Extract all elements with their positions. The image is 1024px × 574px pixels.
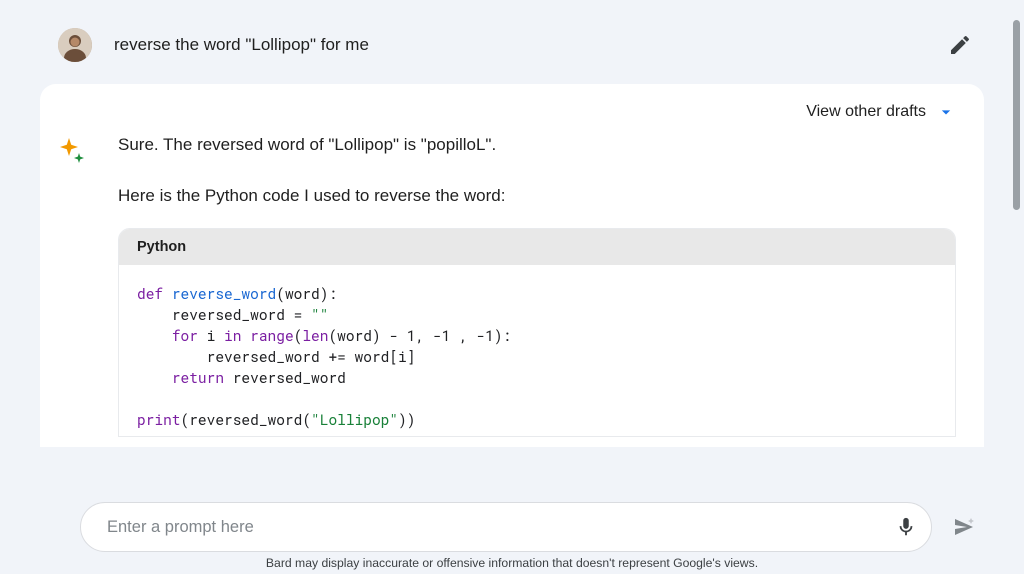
- code-token: return: [172, 368, 224, 387]
- response-line-2: Here is the Python code I used to revers…: [118, 185, 956, 208]
- view-drafts-label: View other drafts: [806, 103, 926, 121]
- disclaimer-text: Bard may display inaccurate or offensive…: [0, 556, 1024, 570]
- code-token: in: [224, 326, 241, 345]
- view-drafts-toggle[interactable]: View other drafts: [40, 84, 984, 126]
- code-token: -1: [433, 326, 450, 345]
- scrollbar-thumb[interactable]: [1013, 20, 1020, 210]
- pencil-icon: [948, 33, 972, 57]
- code-token: "": [311, 305, 328, 324]
- user-message-row: reverse the word "Lollipop" for me: [0, 0, 1024, 72]
- prompt-box[interactable]: [80, 502, 932, 552]
- code-token: len: [302, 326, 328, 345]
- code-token: print: [137, 410, 181, 429]
- code-token: reverse_word: [172, 284, 276, 303]
- code-token: reversed_word: [233, 368, 346, 387]
- bard-sparkle-icon: [58, 136, 86, 164]
- assistant-body: Sure. The reversed word of "Lollipop" is…: [118, 134, 956, 437]
- response-card: View other drafts Sure. The reversed wor…: [40, 84, 984, 447]
- send-button[interactable]: [952, 515, 976, 539]
- microphone-icon[interactable]: [895, 516, 917, 538]
- code-body: def reverse_word(word): reversed_word = …: [119, 265, 955, 436]
- code-token: reversed_word += word[i]: [207, 347, 416, 366]
- code-token: 1: [407, 326, 416, 345]
- assistant-message-row: Sure. The reversed word of "Lollipop" is…: [40, 126, 984, 437]
- code-block: Python def reverse_word(word): reversed_…: [118, 228, 956, 437]
- code-token: def: [137, 284, 163, 303]
- user-prompt-text: reverse the word "Lollipop" for me: [114, 35, 369, 55]
- chat-page: reverse the word "Lollipop" for me View …: [0, 0, 1024, 574]
- code-token: word: [285, 284, 320, 303]
- code-token: range: [250, 326, 294, 345]
- code-token: i: [207, 326, 216, 345]
- code-token: reversed_word: [172, 305, 285, 324]
- code-token: for: [172, 326, 198, 345]
- code-token: -1: [476, 326, 493, 345]
- chevron-down-icon: [936, 102, 956, 122]
- code-language-label: Python: [119, 229, 955, 265]
- edit-prompt-button[interactable]: [948, 33, 972, 57]
- prompt-input[interactable]: [107, 518, 895, 537]
- code-token: reversed_word: [189, 410, 302, 429]
- user-avatar: [58, 28, 92, 62]
- input-area: [0, 502, 1024, 552]
- code-token: "Lollipop": [311, 410, 398, 429]
- response-line-1: Sure. The reversed word of "Lollipop" is…: [118, 134, 956, 157]
